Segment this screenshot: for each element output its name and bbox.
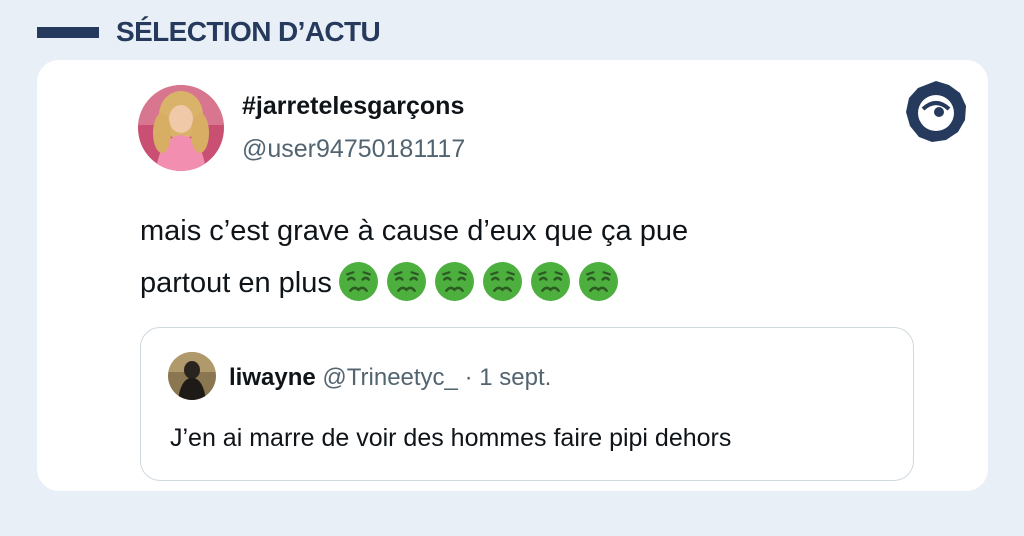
quoted-tweet-text: J’en ai marre de voir des hommes faire p… xyxy=(170,424,732,452)
quoted-header: liwayne @Trineetyc_ · 1 sept. xyxy=(229,364,551,392)
tweet-text: mais c’est grave à cause d’eux que ça pu… xyxy=(140,205,940,309)
quoted-author-handle[interactable]: @Trineetyc_ xyxy=(322,364,458,391)
author-display-name[interactable]: #jarretelesgarçons xyxy=(242,92,464,121)
tweet-text-line-2-text: partout en plus xyxy=(140,267,332,299)
section-title: SÉLECTION D’ACTU xyxy=(116,16,381,47)
nauseated-face-emoji-icon xyxy=(530,261,570,301)
tweet-text-line-1: mais c’est grave à cause d’eux que ça pu… xyxy=(140,215,689,247)
nauseated-face-emoji-icon xyxy=(434,261,474,301)
author-avatar[interactable] xyxy=(138,85,224,171)
nauseated-face-emoji-icon xyxy=(338,261,378,301)
tweet-card: #jarretelesgarçons @user94750181117 mais… xyxy=(37,60,988,491)
tweet-text-line-2: partout en plus xyxy=(140,257,940,309)
quoted-author-name[interactable]: liwayne xyxy=(229,364,316,391)
quoted-tweet[interactable]: liwayne @Trineetyc_ · 1 sept. J’en ai ma… xyxy=(140,327,914,481)
quoted-author-avatar[interactable] xyxy=(168,352,216,400)
brand-logo-icon xyxy=(906,81,966,142)
nauseated-face-emoji-icon xyxy=(386,261,426,301)
nauseated-face-emoji-icon xyxy=(482,261,522,301)
nauseated-face-emoji-icon xyxy=(578,261,618,301)
quoted-date[interactable]: 1 sept. xyxy=(479,364,551,391)
header-accent-bar xyxy=(37,26,99,38)
section-header: SÉLECTION D’ACTU xyxy=(37,14,381,50)
quoted-separator: · xyxy=(457,364,480,391)
emoji-row xyxy=(338,261,619,302)
author-handle[interactable]: @user94750181117 xyxy=(242,135,465,164)
